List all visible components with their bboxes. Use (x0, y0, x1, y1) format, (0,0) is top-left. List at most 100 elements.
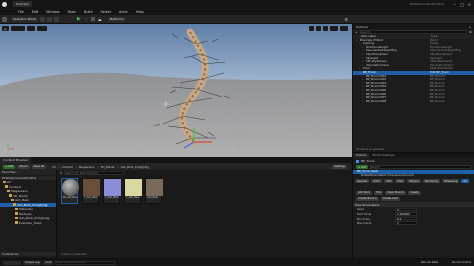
title-bar: Example PCGDemonstrationProj – □ × (0, 0, 474, 8)
create-branch-button[interactable]: Create Branch (356, 196, 379, 201)
perspective-button[interactable] (10, 26, 25, 31)
save-icon[interactable] (2, 16, 7, 22)
add-content-icon[interactable] (39, 16, 45, 22)
component-child-row[interactable]: DefaultSceneRoot (SceneComponent) (353, 173, 474, 178)
menu-window[interactable]: Window (46, 10, 59, 14)
show-button[interactable] (36, 26, 47, 31)
property-name: Max Depth (357, 221, 372, 226)
translate-tool[interactable] (309, 26, 314, 31)
filter-tab-all[interactable]: All (461, 179, 469, 184)
breadcrumb-item[interactable]: Ash_Bark_Kmlgfy2jg (121, 165, 149, 169)
cb-import-button[interactable]: Import (17, 164, 30, 169)
asset-tile[interactable]: T_Ash_Bark_ORM (124, 178, 142, 204)
menu-build[interactable]: Build (84, 10, 93, 14)
settings-icon[interactable]: ⚙ (344, 17, 348, 22)
collections-header[interactable]: Collections (0, 251, 56, 256)
filter-tab-actor[interactable]: Actor (371, 179, 383, 184)
level-tab[interactable]: Example (13, 1, 33, 7)
eject-icon[interactable]: ⏏ (98, 17, 102, 22)
viewport-scene[interactable] (0, 24, 352, 157)
clear-branch-button[interactable]: Clear Branch (385, 190, 407, 195)
outliner-row[interactable]: • BP_Branch008 BP_Branch (353, 99, 474, 104)
play-icon[interactable]: ▶ (77, 16, 81, 22)
maximize-icon[interactable]: □ (460, 2, 464, 7)
folder-icon (13, 203, 16, 206)
cb-filter-icon[interactable]: ⚲ (60, 171, 62, 175)
outliner-filter-icon[interactable]: ⚙ (469, 30, 472, 34)
filter-tab-streaming[interactable]: Streaming (442, 179, 460, 184)
filter-tab-general[interactable]: General (355, 179, 370, 184)
stop-icon[interactable] (90, 17, 95, 21)
tab-details[interactable]: Details (353, 153, 370, 158)
cb-settings-button[interactable]: Settings (332, 164, 347, 169)
menu-help[interactable]: Help (136, 10, 144, 14)
property-value-field[interactable]: 4 (395, 207, 417, 212)
project-label: PCGDemonstrationProj (2, 175, 37, 180)
asset-tile[interactable]: T_Ash_Bark_N (103, 178, 121, 204)
breadcrumb-item[interactable]: All (52, 165, 55, 169)
console-input[interactable] (55, 260, 116, 265)
folder-icon (3, 180, 6, 183)
add-component-button[interactable]: + Add (356, 165, 369, 169)
scale-tool[interactable] (323, 26, 328, 31)
breadcrumb-item[interactable]: Content (62, 165, 73, 169)
rotate-tool[interactable] (316, 26, 321, 31)
cmd-button[interactable]: Cmd (43, 260, 54, 265)
tab-content-browser-label: Content Browser (3, 158, 29, 162)
viewport-menu-button[interactable]: ≡ (2, 26, 9, 31)
add-root-button[interactable]: Add Root (356, 190, 372, 195)
property-value-field[interactable]: 0.1 (395, 216, 417, 221)
cinematics-icon[interactable] (53, 16, 59, 22)
filter-tab-rendering[interactable]: Rendering (422, 179, 441, 184)
outliner-add-icon[interactable]: + (355, 30, 358, 34)
breadcrumb-item[interactable]: Megascans (79, 165, 95, 169)
grid-snap-button[interactable] (330, 26, 338, 31)
asset-tile[interactable]: T_Ash_Bark_D (82, 178, 100, 204)
create-leaf-button[interactable]: Create Leaf (380, 196, 400, 201)
filter-tab-lod[interactable]: LOD (384, 179, 394, 184)
cb-add-button[interactable]: + Add (3, 164, 16, 169)
menu-select[interactable]: Select (101, 10, 111, 14)
filter-tab-physics[interactable]: Physics (407, 179, 421, 184)
viewport-transform-tools (309, 26, 350, 31)
asset-search-input[interactable] (64, 171, 125, 175)
blueprint-icon[interactable] (46, 16, 52, 22)
breadcrumb-item[interactable]: 3D_Plants (101, 165, 115, 169)
create-button[interactable]: Create (408, 190, 421, 195)
asset-tile[interactable]: Ash_Bark (145, 178, 163, 204)
folder-icon (9, 194, 12, 197)
camera-speed-button[interactable] (340, 26, 348, 31)
asset-count: 5 items (1 selected) (61, 253, 87, 256)
tab-world-settings[interactable]: World Settings (369, 153, 397, 158)
minimize-icon[interactable]: – (454, 2, 456, 7)
folder-item[interactable]: Example_Trees (0, 221, 56, 226)
asset-label: Ash_Bark (147, 196, 159, 199)
chevron-right-icon: › (58, 164, 60, 169)
level-viewport[interactable]: ≡ (0, 24, 352, 157)
source-control-label[interactable]: Source Control (452, 261, 471, 264)
property-value-field[interactable]: 1.000000 (395, 212, 417, 216)
asset-tile[interactable]: MI_Ash_Bark_Kmlgfy2jg (61, 178, 79, 204)
close-icon[interactable]: × (468, 2, 471, 7)
output-log-button[interactable]: Output Log (23, 260, 42, 265)
outliner-close-icon[interactable]: × (468, 25, 471, 29)
derived-data-label[interactable]: Derived Data (421, 261, 438, 264)
menu-tools[interactable]: Tools (68, 10, 76, 14)
menu-edit[interactable]: Edit (32, 10, 39, 14)
menu-file[interactable]: File (18, 10, 24, 14)
property-value-field[interactable]: 3 (395, 221, 417, 226)
content-drawer-button[interactable] (3, 260, 21, 265)
trim-button[interactable]: Trim (373, 190, 384, 195)
outliner-search-input[interactable] (359, 30, 468, 34)
platforms-button[interactable]: Platforms (107, 16, 126, 22)
lit-button[interactable] (26, 26, 35, 31)
selection-mode-label: Selection Mode (13, 17, 36, 21)
filter-tab-misc[interactable]: Misc (395, 179, 406, 184)
cb-save-all-button[interactable]: Save All (31, 164, 47, 169)
visibility-eye-icon[interactable]: • (362, 99, 365, 104)
menu-actor[interactable]: Actor (119, 10, 128, 14)
play-options-icon[interactable]: ⋮ (84, 17, 88, 22)
favorites-header[interactable]: Favorites (0, 170, 56, 175)
component-search-input[interactable] (370, 165, 471, 169)
selection-mode-button[interactable]: Selection Mode (11, 16, 38, 22)
